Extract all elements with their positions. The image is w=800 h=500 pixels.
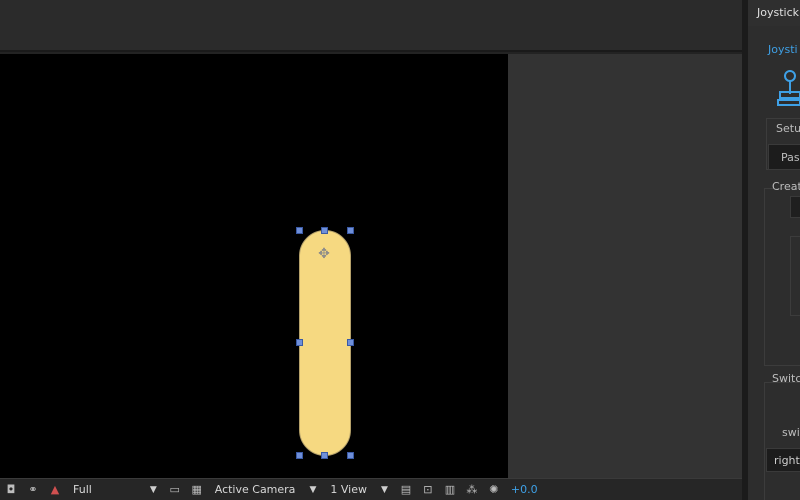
- viewer-header: [0, 0, 742, 52]
- panel-tab-title[interactable]: Joystick: [748, 0, 800, 26]
- resolution-select[interactable]: Full ▼: [69, 481, 161, 499]
- transform-handle-left[interactable]: [296, 339, 303, 346]
- transform-handle-top-right[interactable]: [347, 227, 354, 234]
- create-label: Creat: [772, 180, 800, 193]
- switch-label: Switc: [772, 372, 800, 385]
- chevron-down-icon: ▼: [149, 484, 157, 495]
- chevron-down-icon: ▼: [380, 484, 388, 495]
- view-layout-value: 1 View: [330, 483, 367, 496]
- switch-field[interactable]: right/: [766, 448, 800, 472]
- create-field[interactable]: [790, 196, 800, 218]
- capsule-shape-layer[interactable]: [299, 230, 351, 456]
- flowchart-icon[interactable]: ⁂: [464, 482, 480, 498]
- transform-handle-bottom-left[interactable]: [296, 452, 303, 459]
- transform-handle-top-left[interactable]: [296, 227, 303, 234]
- camera-select[interactable]: Active Camera ▼: [211, 481, 321, 499]
- anchor-point-icon[interactable]: ✥: [316, 246, 332, 262]
- pixel-aspect-icon[interactable]: ▤: [398, 482, 414, 498]
- viewer-toolbar: ◘ ⚭ ▲ Full ▼ ▭ ▦ Active Camera ▼ 1 View …: [0, 478, 742, 500]
- chevron-down-icon: ▼: [309, 484, 317, 495]
- switch-sub-label: swi: [782, 426, 800, 439]
- joystick-logo-icon: [776, 68, 800, 108]
- paste-button[interactable]: Pas: [768, 144, 800, 170]
- paste-label: Pas: [781, 151, 800, 164]
- composition-viewer[interactable]: ✥: [0, 54, 742, 478]
- timeline-icon[interactable]: ▥: [442, 482, 458, 498]
- fast-preview-icon[interactable]: ⊡: [420, 482, 436, 498]
- joystick-panel: Joystick Joysti Setu Pas Creat Switc swi…: [748, 0, 800, 500]
- create-preview-box: [790, 236, 800, 316]
- section-title: Joysti: [768, 43, 798, 56]
- transform-handle-bottom[interactable]: [321, 452, 328, 459]
- snapshot-icon[interactable]: ◘: [3, 482, 19, 498]
- switch-group: [764, 382, 800, 500]
- show-snapshot-icon[interactable]: ⚭: [25, 482, 41, 498]
- camera-value: Active Camera: [214, 483, 296, 496]
- composition-canvas[interactable]: ✥: [0, 54, 508, 478]
- exposure-reset-icon[interactable]: ✺: [486, 482, 502, 498]
- setup-label: Setu: [776, 122, 800, 135]
- panel-body: Joysti Setu Pas Creat Switc swi right: [748, 26, 800, 500]
- transform-handle-bottom-right[interactable]: [347, 452, 354, 459]
- resolution-value: Full: [73, 483, 92, 496]
- region-of-interest-icon[interactable]: ▭: [167, 482, 183, 498]
- view-layout-select[interactable]: 1 View ▼: [326, 481, 392, 499]
- transform-handle-right[interactable]: [347, 339, 354, 346]
- color-channels-icon[interactable]: ▲: [47, 482, 63, 498]
- transform-handle-top[interactable]: [321, 227, 328, 234]
- transparency-grid-icon[interactable]: ▦: [189, 482, 205, 498]
- app-window: ✥ ◘ ⚭ ▲ Full ▼ ▭ ▦ Active Camera ▼ 1 Vie…: [0, 0, 800, 500]
- exposure-value[interactable]: +0.0: [511, 483, 538, 496]
- switch-field-value: right/: [774, 454, 800, 467]
